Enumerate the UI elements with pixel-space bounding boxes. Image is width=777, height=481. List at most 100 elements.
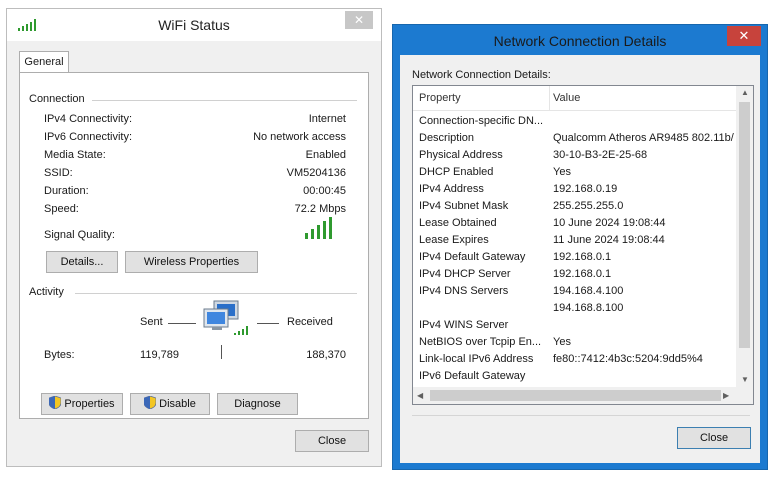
bytes-divider bbox=[221, 345, 222, 359]
wifi-title-bar[interactable]: WiFi Status ✕ bbox=[7, 9, 381, 41]
signal-quality-bars-icon bbox=[305, 217, 335, 239]
signal-bar bbox=[317, 225, 320, 239]
details-divider bbox=[412, 415, 750, 416]
vertical-scroll-thumb[interactable] bbox=[739, 102, 750, 348]
bytes-received-value: 188,370 bbox=[306, 349, 346, 361]
column-header-value[interactable]: Value bbox=[553, 92, 580, 104]
scroll-up-arrow-icon[interactable]: ▲ bbox=[741, 88, 749, 97]
details-row-value: 192.168.0.19 bbox=[553, 183, 618, 195]
received-label: Received bbox=[287, 316, 333, 328]
details-row-value: Yes bbox=[553, 336, 571, 348]
details-row-property: IPv4 DHCP Server bbox=[419, 268, 511, 280]
properties-button-label: Properties bbox=[64, 398, 115, 410]
wifi-window-title: WiFi Status bbox=[158, 17, 230, 33]
scroll-down-arrow-icon[interactable]: ▼ bbox=[741, 375, 749, 384]
details-group-label: Network Connection Details: bbox=[412, 69, 551, 81]
details-row-value: 194.168.8.100 bbox=[553, 302, 624, 314]
wifi-close-icon[interactable]: ✕ bbox=[345, 11, 373, 29]
horizontal-scroll-thumb[interactable] bbox=[430, 390, 721, 401]
details-row-value: fe80::7412:4b3c:5204:9dd5%4 bbox=[553, 353, 703, 365]
details-row[interactable]: IPv4 WINS Server bbox=[413, 319, 743, 336]
details-row-property: DHCP Enabled bbox=[419, 166, 494, 178]
vertical-scrollbar[interactable]: ▲ ▼ bbox=[736, 86, 753, 388]
details-row-property: Lease Expires bbox=[419, 234, 489, 246]
details-list-view[interactable]: Property Value Connection-specific DN...… bbox=[412, 85, 754, 405]
activity-heading: Activity bbox=[29, 286, 64, 298]
details-row[interactable]: Lease Expires 11 June 2024 19:08:44 bbox=[413, 234, 743, 251]
details-row-value: Qualcomm Atheros AR9485 802.11b/ bbox=[553, 132, 734, 144]
details-row[interactable]: IPv4 DHCP Server 192.168.0.1 bbox=[413, 268, 743, 285]
connection-row-value: VM5204136 bbox=[286, 167, 346, 179]
details-row-value: 11 June 2024 19:08:44 bbox=[553, 234, 665, 246]
details-row-value: 255.255.255.0 bbox=[553, 200, 624, 212]
tab-general[interactable]: General bbox=[19, 51, 69, 73]
details-window-title: Network Connection Details bbox=[493, 33, 667, 49]
wireless-properties-button[interactable]: Wireless Properties bbox=[125, 251, 258, 273]
scroll-left-arrow-icon[interactable]: ◀ bbox=[417, 391, 423, 400]
details-row-property: IPv4 Address bbox=[419, 183, 484, 195]
wifi-status-window: WiFi Status ✕ General Connection IPv4 Co… bbox=[6, 8, 382, 467]
details-row-value: 30-10-B3-2E-25-68 bbox=[553, 149, 648, 161]
received-line bbox=[257, 323, 279, 324]
signal-quality-label: Signal Quality: bbox=[44, 229, 115, 241]
details-row-value: Yes bbox=[553, 166, 571, 178]
details-row[interactable]: Description Qualcomm Atheros AR9485 802.1… bbox=[413, 132, 743, 149]
details-row-value: 10 June 2024 19:08:44 bbox=[553, 217, 666, 229]
details-row[interactable]: Connection-specific DN... bbox=[413, 115, 743, 132]
properties-button[interactable]: Properties bbox=[41, 393, 123, 415]
details-row[interactable]: Lease Obtained 10 June 2024 19:08:44 bbox=[413, 217, 743, 234]
signal-bar bbox=[329, 217, 332, 239]
activity-divider bbox=[75, 293, 357, 294]
connection-row-label: Duration: bbox=[44, 185, 89, 197]
connection-row-label: Media State: bbox=[44, 149, 106, 161]
details-row[interactable]: DHCP Enabled Yes bbox=[413, 166, 743, 183]
connection-row-value: No network access bbox=[253, 131, 346, 143]
details-close-button[interactable]: Close bbox=[677, 427, 751, 449]
details-row-property: Physical Address bbox=[419, 149, 503, 161]
disable-button[interactable]: Disable bbox=[130, 393, 210, 415]
details-row[interactable]: 194.168.8.100 bbox=[413, 302, 743, 319]
column-divider[interactable] bbox=[549, 86, 550, 110]
details-row[interactable]: Physical Address 30-10-B3-2E-25-68 bbox=[413, 149, 743, 166]
connection-row-label: IPv6 Connectivity: bbox=[44, 131, 133, 143]
details-button[interactable]: Details... bbox=[46, 251, 118, 273]
details-row[interactable]: IPv4 Default Gateway 192.168.0.1 bbox=[413, 251, 743, 268]
connection-row-value: Internet bbox=[308, 113, 346, 125]
details-row[interactable]: IPv4 Address 192.168.0.19 bbox=[413, 183, 743, 200]
connection-row-value: Enabled bbox=[305, 149, 346, 161]
details-row-property: Connection-specific DN... bbox=[419, 115, 544, 127]
column-header-property[interactable]: Property bbox=[419, 92, 461, 104]
horizontal-scrollbar[interactable]: ◀ ▶ bbox=[413, 387, 753, 404]
list-header: Property Value bbox=[413, 86, 753, 111]
sent-line bbox=[168, 323, 196, 324]
details-row[interactable]: IPv4 DNS Servers 194.168.4.100 bbox=[413, 285, 743, 302]
diagnose-button[interactable]: Diagnose bbox=[217, 393, 298, 415]
details-row[interactable]: Link-local IPv6 Address fe80::7412:4b3c:5… bbox=[413, 353, 743, 370]
details-row-property: IPv4 Default Gateway bbox=[419, 251, 526, 263]
general-tab-panel: Connection IPv4 Connectivity: Internet IPv… bbox=[19, 72, 369, 419]
details-row-property: IPv4 WINS Server bbox=[419, 319, 509, 331]
connection-row-label: Speed: bbox=[44, 203, 79, 215]
signal-bar bbox=[305, 233, 308, 239]
connection-row-value: 72.2 Mbps bbox=[294, 203, 346, 215]
signal-bar bbox=[323, 221, 326, 239]
connection-row-value: 00:00:45 bbox=[303, 185, 346, 197]
details-row-property: IPv6 Default Gateway bbox=[419, 370, 526, 382]
details-row[interactable]: NetBIOS over Tcpip En... Yes bbox=[413, 336, 743, 353]
scroll-right-arrow-icon[interactable]: ▶ bbox=[723, 391, 729, 400]
details-row-value: 194.168.4.100 bbox=[553, 285, 624, 297]
details-row[interactable]: IPv4 Subnet Mask 255.255.255.0 bbox=[413, 200, 743, 217]
details-row-property: NetBIOS over Tcpip En... bbox=[419, 336, 542, 348]
connection-row-label: SSID: bbox=[44, 167, 73, 179]
details-row[interactable]: IPv6 Default Gateway bbox=[413, 370, 743, 387]
details-close-icon[interactable]: ✕ bbox=[727, 26, 761, 46]
wifi-close-button[interactable]: Close bbox=[295, 430, 369, 452]
details-row-property: Lease Obtained bbox=[419, 217, 497, 229]
details-row-property: Description bbox=[419, 132, 475, 144]
network-computers-icon bbox=[203, 300, 248, 335]
details-row-value: 192.168.0.1 bbox=[553, 251, 612, 263]
connection-heading: Connection bbox=[29, 93, 85, 105]
connection-row-label: IPv4 Connectivity: bbox=[44, 113, 133, 125]
signal-bar bbox=[311, 229, 314, 239]
details-row-property: IPv4 DNS Servers bbox=[419, 285, 509, 297]
